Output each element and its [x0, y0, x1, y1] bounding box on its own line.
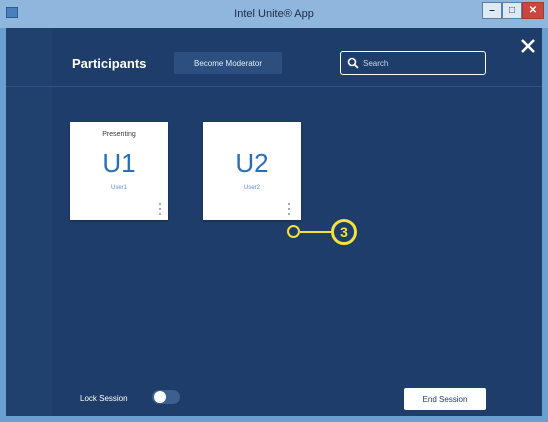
header-divider [6, 86, 542, 87]
lock-session-toggle[interactable] [152, 390, 180, 404]
more-options-icon[interactable] [158, 203, 162, 215]
participant-card-u2[interactable]: U2 User2 [203, 122, 301, 220]
minimize-button[interactable]: – [482, 2, 502, 19]
window-titlebar: Intel Unite® App – □ ✕ [0, 0, 548, 28]
callout-highlight-ring [287, 225, 300, 238]
toggle-knob [154, 391, 166, 403]
participant-card-u1[interactable]: Presenting U1 User1 [70, 122, 168, 220]
participant-initials: U2 [235, 148, 269, 178]
window-title: Intel Unite® App [234, 8, 314, 20]
more-options-icon[interactable] [287, 203, 291, 215]
lock-session-label: Lock Session [80, 394, 128, 403]
presenting-label: Presenting [102, 131, 136, 138]
maximize-button[interactable]: □ [502, 2, 522, 19]
participant-initials: U1 [102, 148, 136, 178]
participants-panel: Participants Become Moderator Presenting… [6, 28, 542, 416]
panel-header: Participants Become Moderator [6, 28, 542, 86]
search-icon [347, 57, 359, 69]
window-close-button[interactable]: ✕ [522, 2, 544, 19]
end-session-button[interactable]: End Session [404, 388, 486, 410]
participant-name: User2 [243, 185, 260, 191]
search-field[interactable] [340, 51, 486, 75]
callout-leader-line [300, 231, 332, 233]
close-icon[interactable] [518, 36, 538, 56]
search-input[interactable] [363, 55, 478, 71]
participant-name: User1 [110, 185, 127, 191]
page-title: Participants [72, 56, 147, 71]
callout-number-badge: 3 [331, 219, 357, 245]
become-moderator-button[interactable]: Become Moderator [174, 52, 282, 74]
